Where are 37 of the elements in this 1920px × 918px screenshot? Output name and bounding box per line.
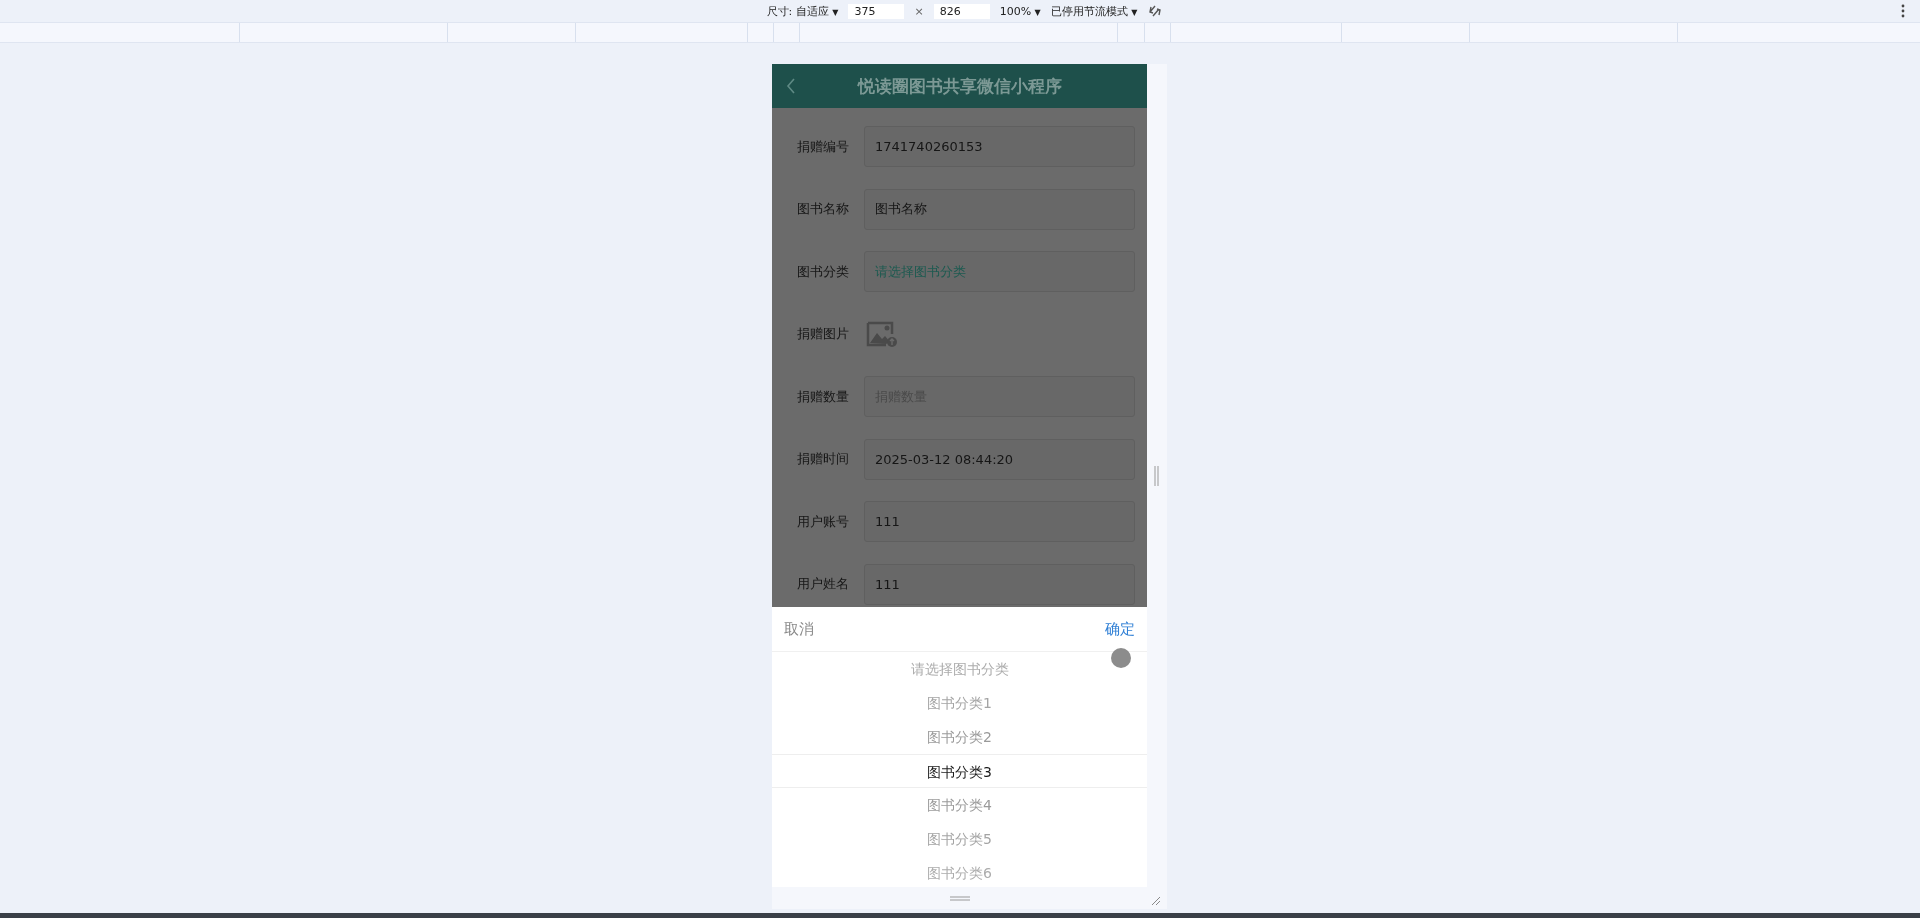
field-label: 捐赠数量 (797, 387, 850, 406)
zoom-dropdown[interactable]: 100% ▼ (999, 4, 1041, 18)
picker-option[interactable]: 图书分类4 (772, 788, 1147, 822)
back-icon[interactable] (786, 78, 796, 94)
picker-option[interactable]: 图书分类6 (772, 856, 1147, 887)
picker-option[interactable]: 图书分类2 (772, 720, 1147, 754)
width-input[interactable]: 375 (848, 3, 905, 19)
dimensions-dropdown[interactable]: 尺寸: 自适应 ▼ (766, 3, 839, 19)
field-label: 图书分类 (797, 262, 850, 281)
input-field[interactable]: 图书名称 (864, 188, 1135, 230)
throttle-dropdown[interactable]: 已停用节流模式 ▼ (1050, 3, 1138, 19)
field-label: 捐赠编号 (797, 137, 850, 156)
app-title: 悦读圈图书共享微信小程序 (857, 74, 1062, 98)
field-label: 图书名称 (797, 200, 850, 218)
input-field[interactable]: 1741740260153 (864, 126, 1135, 167)
resize-corner-icon[interactable] (1151, 896, 1161, 906)
field-label: 捐赠时间 (797, 450, 850, 468)
field-label: 捐赠图片 (797, 325, 850, 343)
drag-handle-icon[interactable] (1154, 466, 1159, 486)
picker-option[interactable]: 图书分类1 (772, 686, 1147, 720)
more-menu-icon[interactable] (1901, 4, 1905, 18)
touch-cursor (1111, 648, 1131, 668)
picker-option[interactable]: 图书分类3 (772, 754, 1147, 788)
picker-option[interactable]: 图书分类5 (772, 822, 1147, 856)
field-label: 用户账号 (797, 512, 850, 531)
input-field[interactable]: 2025-03-12 08:44:20 (864, 438, 1135, 480)
drag-handle-icon[interactable] (949, 895, 970, 901)
height-input[interactable]: 826 (933, 3, 990, 19)
cancel-button[interactable]: 取消 (784, 619, 814, 639)
field-label: 用户姓名 (797, 575, 850, 593)
times-sign: × (914, 4, 924, 18)
input-field[interactable]: 111 (864, 501, 1135, 542)
picker-option[interactable]: 请选择图书分类 (772, 652, 1147, 686)
input-field[interactable]: 111 (864, 563, 1135, 605)
rotate-icon[interactable] (1147, 3, 1164, 19)
confirm-button[interactable]: 确定 (1105, 619, 1135, 639)
image-upload-icon[interactable] (866, 320, 898, 348)
